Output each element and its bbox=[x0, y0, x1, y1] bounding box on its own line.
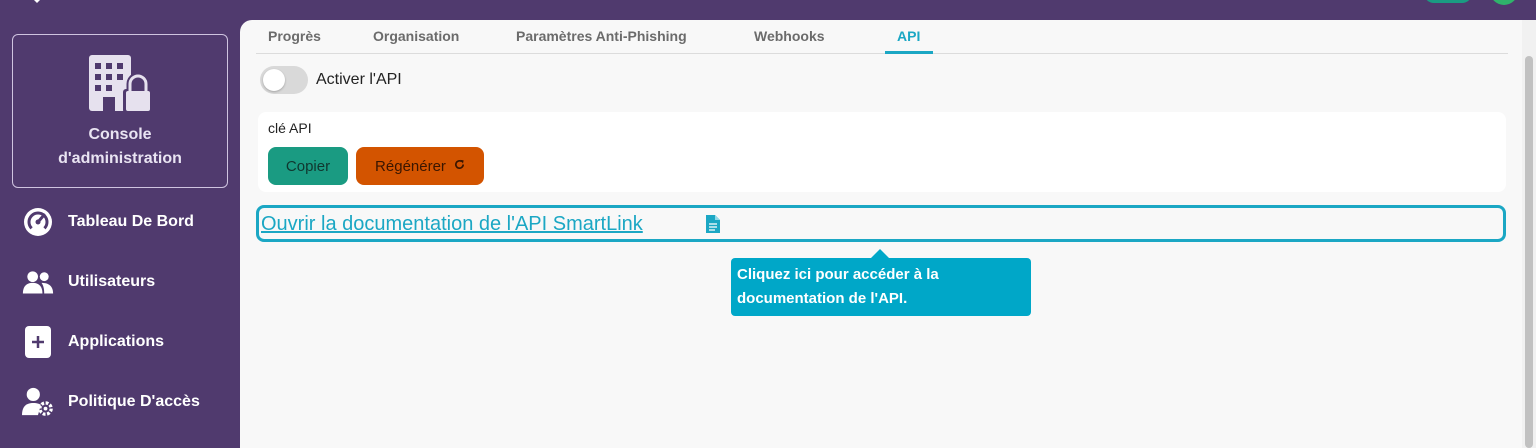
sidebar-item-label: Applications bbox=[68, 333, 165, 350]
api-key-card: clé API Copier Régénérer bbox=[258, 112, 1506, 192]
users-icon bbox=[22, 266, 54, 298]
building-lock-icon bbox=[89, 55, 151, 113]
top-bar bbox=[0, 0, 1536, 20]
scrollbar-thumb[interactable] bbox=[1525, 56, 1533, 448]
admin-console-card[interactable]: Console d'administration bbox=[12, 34, 228, 188]
guide-tooltip: Cliquez ici pour accéder à la documentat… bbox=[731, 258, 1031, 316]
copy-button[interactable]: Copier bbox=[268, 147, 348, 185]
toggle-knob bbox=[263, 69, 285, 91]
sidebar-item-applications[interactable]: Applications bbox=[0, 322, 240, 362]
api-documentation-link[interactable]: Ouvrir la documentation de l'API SmartLi… bbox=[261, 213, 643, 236]
documentation-link-highlight: Ouvrir la documentation de l'API SmartLi… bbox=[256, 205, 1506, 242]
admin-console-label: Console d'administration bbox=[58, 126, 182, 167]
enable-api-toggle[interactable] bbox=[260, 66, 308, 94]
api-toggle-row: Activer l'API bbox=[260, 66, 402, 94]
tab-progress[interactable]: Progrès bbox=[268, 28, 321, 44]
regenerate-button[interactable]: Régénérer bbox=[356, 147, 484, 185]
active-tab-indicator bbox=[885, 51, 933, 54]
avatar[interactable] bbox=[1490, 0, 1518, 5]
main-panel: Progrès Organisation Paramètres Anti-Phi… bbox=[240, 20, 1522, 448]
sidebar-item-access-policy[interactable]: Politique D'accès bbox=[0, 382, 240, 422]
api-key-label: clé API bbox=[268, 120, 312, 136]
document-icon[interactable] bbox=[705, 214, 721, 234]
tab-organisation[interactable]: Organisation bbox=[373, 28, 459, 44]
sidebar: Console d'administration Tableau De Bord… bbox=[0, 20, 240, 448]
tab-api[interactable]: API bbox=[897, 28, 920, 44]
sidebar-item-dashboard[interactable]: Tableau De Bord bbox=[0, 202, 240, 242]
enable-api-label: Activer l'API bbox=[316, 71, 402, 88]
tab-webhooks[interactable]: Webhooks bbox=[754, 28, 825, 44]
sidebar-item-label: Utilisateurs bbox=[68, 273, 156, 290]
sidebar-item-label: Tableau De Bord bbox=[68, 213, 194, 230]
plus-square-icon bbox=[22, 326, 54, 358]
logo-icon bbox=[34, 0, 40, 3]
user-gear-icon bbox=[22, 386, 54, 418]
regenerate-label: Régénérer bbox=[375, 157, 446, 175]
tab-anti-phishing-settings[interactable]: Paramètres Anti-Phishing bbox=[516, 28, 687, 44]
sidebar-item-label: Politique D'accès bbox=[68, 393, 200, 410]
tab-bar: Progrès Organisation Paramètres Anti-Phi… bbox=[256, 20, 1508, 54]
refresh-icon bbox=[454, 159, 465, 173]
speedometer-icon bbox=[22, 206, 54, 238]
sidebar-item-users[interactable]: Utilisateurs bbox=[0, 262, 240, 302]
top-action-button[interactable] bbox=[1424, 0, 1472, 3]
vertical-scrollbar[interactable] bbox=[1522, 20, 1536, 448]
